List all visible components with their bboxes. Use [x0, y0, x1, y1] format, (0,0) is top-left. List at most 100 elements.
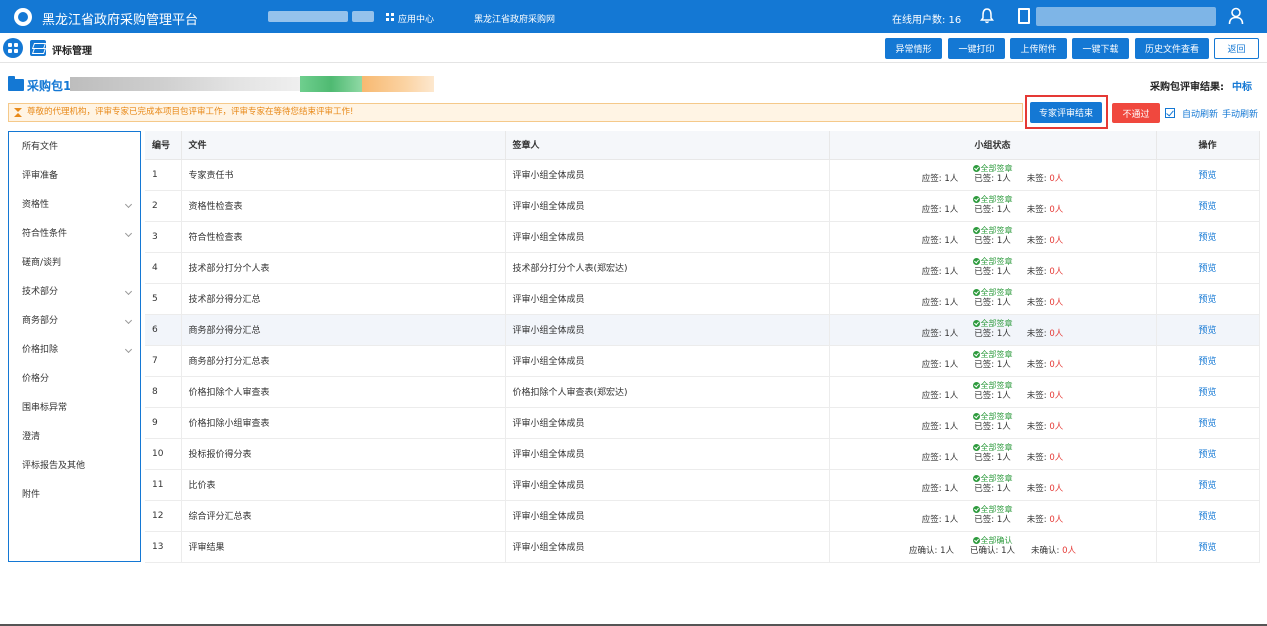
bell-icon[interactable]	[980, 8, 994, 24]
table-row[interactable]: 11 比价表 评审小组全体成员 全部签章 应签: 1人 已签: 1人 未签: 0人 预览	[145, 469, 1260, 501]
table-row[interactable]: 3 符合性检查表 评审小组全体成员 全部签章 应签: 1人 已签: 1人 未签: 0人 预览	[145, 221, 1260, 253]
table-row[interactable]: 1 专家责任书 评审小组全体成员 全部签章 应签: 1人 已签: 1人 未签: 0人 预览	[145, 159, 1260, 191]
count-done-label: 已签:	[974, 453, 995, 463]
app-center-link[interactable]: 应用中心	[398, 12, 434, 25]
auto-refresh-label[interactable]: 自动刷新	[1182, 107, 1218, 120]
sidebar-item[interactable]: 所有文件	[9, 133, 140, 162]
count-pending-value: 0人	[1062, 546, 1076, 556]
preview-link[interactable]: 预览	[1198, 326, 1216, 336]
row-action: 预览	[1156, 438, 1260, 470]
count-done-label: 已签:	[974, 236, 995, 246]
chevron-down-icon[interactable]	[124, 345, 133, 354]
reject-button[interactable]: 不通过	[1112, 103, 1160, 123]
check-circle-icon	[972, 320, 980, 327]
table-row[interactable]: 4 技术部分打分个人表 技术部分打分个人表(郑宏达) 全部签章 应签: 1人 已签: 1人…	[145, 252, 1260, 284]
count-pending-value: 0人	[1049, 453, 1064, 463]
table-row[interactable]: 7 商务部分打分汇总表 评审小组全体成员 全部签章 应签: 1人 已签: 1人 未签: 0人…	[145, 345, 1260, 377]
count-done-value: 1人	[996, 174, 1011, 184]
chevron-down-icon[interactable]	[124, 287, 133, 296]
preview-link[interactable]: 预览	[1198, 264, 1216, 274]
table-row[interactable]: 10 投标报价得分表 评审小组全体成员 全部签章 应签: 1人 已签: 1人 未签: 0人预…	[145, 438, 1260, 470]
print-all-button[interactable]: 一键打印	[948, 38, 1005, 59]
status-badge: 全部签章	[980, 195, 1013, 204]
preview-link[interactable]: 预览	[1198, 419, 1216, 429]
table-row[interactable]: 13 评审结果 评审小组全体成员 全部确认 应确认: 1人 已确认: 1人 未确认: 0人预…	[145, 531, 1260, 563]
row-file-name: 符合性检查表	[181, 221, 506, 253]
count-required-label: 应签:	[921, 360, 942, 370]
auto-refresh-checkbox[interactable]	[1165, 108, 1175, 118]
sidebar-item[interactable]: 评审准备	[9, 162, 140, 191]
count-pending: 未签: 0人	[1027, 236, 1064, 246]
row-action: 预览	[1156, 407, 1260, 439]
count-required: 应签: 1人	[922, 391, 959, 401]
finish-review-button[interactable]: 专家评审结束	[1030, 102, 1102, 123]
chevron-down-icon[interactable]	[124, 200, 133, 209]
sidebar-item[interactable]: 评标报告及其他	[9, 452, 140, 481]
count-required: 应签: 1人	[922, 267, 959, 277]
check-circle-icon	[972, 444, 980, 451]
preview-link[interactable]: 预览	[1198, 295, 1216, 305]
sidebar-item[interactable]: 围串标异常	[9, 394, 140, 423]
sidebar-item-label: 符合性条件	[22, 229, 68, 239]
preview-link[interactable]: 预览	[1198, 233, 1216, 243]
preview-link[interactable]: 预览	[1198, 481, 1216, 491]
layers-icon	[30, 40, 46, 56]
count-done: 已签: 1人	[974, 515, 1011, 525]
status-badge: 全部签章	[980, 412, 1013, 421]
sidebar-item[interactable]: 资格性	[9, 191, 140, 220]
count-pending-value: 0人	[1049, 422, 1064, 432]
count-done-label: 已签:	[974, 329, 995, 339]
back-button[interactable]: 返回	[1214, 38, 1259, 59]
table-row[interactable]: 6 商务部分得分汇总 评审小组全体成员 全部签章 应签: 1人 已签: 1人 未签: 0人预…	[145, 314, 1260, 346]
document-icon[interactable]	[1018, 8, 1030, 24]
row-action: 预览	[1156, 314, 1260, 346]
preview-link[interactable]: 预览	[1198, 388, 1216, 398]
table-row[interactable]: 2 资格性检查表 评审小组全体成员 全部签章 应签: 1人 已签: 1人 未签: 0人 预览	[145, 190, 1260, 222]
upload-attachment-button[interactable]: 上传附件	[1010, 38, 1067, 59]
sidebar-item[interactable]: 技术部分	[9, 278, 140, 307]
row-number: 2	[145, 190, 182, 222]
count-pending-value: 0人	[1049, 515, 1064, 525]
row-signer: 评审小组全体成员	[505, 283, 830, 315]
row-action: 预览	[1156, 221, 1260, 253]
preview-link[interactable]: 预览	[1198, 357, 1216, 367]
sidebar-item[interactable]: 商务部分	[9, 307, 140, 336]
count-required: 应签: 1人	[922, 205, 959, 215]
sidebar-item[interactable]: 价格分	[9, 365, 140, 394]
sidebar-item[interactable]: 价格扣除	[9, 336, 140, 365]
apps-grid-icon[interactable]	[3, 38, 23, 58]
table-row[interactable]: 8 价格扣除个人审查表 价格扣除个人审查表(郑宏达) 全部签章 应签: 1人 已签: 1人…	[145, 376, 1260, 408]
preview-link[interactable]: 预览	[1198, 450, 1216, 460]
count-done-label: 已签:	[974, 298, 995, 308]
chevron-down-icon[interactable]	[124, 229, 133, 238]
sidebar-item[interactable]: 澄清	[9, 423, 140, 452]
count-pending-value: 0人	[1049, 391, 1064, 401]
preview-link[interactable]: 预览	[1198, 171, 1216, 181]
row-signer: 评审小组全体成员	[505, 345, 830, 377]
app-title: 黑龙江省政府采购管理平台	[42, 13, 199, 28]
table-row[interactable]: 9 价格扣除小组审查表 评审小组全体成员 全部签章 应签: 1人 已签: 1人 未签: 0人…	[145, 407, 1260, 439]
sidebar-item[interactable]: 符合性条件	[9, 220, 140, 249]
preview-link[interactable]: 预览	[1198, 202, 1216, 212]
sidebar-item[interactable]: 附件	[9, 481, 140, 510]
app-center-icon[interactable]	[386, 13, 394, 21]
download-all-button[interactable]: 一键下载	[1072, 38, 1129, 59]
count-done-value: 1人	[996, 484, 1011, 494]
procurement-site-link[interactable]: 黑龙江省政府采购网	[474, 12, 555, 25]
status-badge: 全部签章	[980, 164, 1013, 173]
history-files-button[interactable]: 历史文件查看	[1135, 38, 1209, 59]
chevron-down-icon[interactable]	[124, 316, 133, 325]
manual-refresh-link[interactable]: 手动刷新	[1222, 107, 1258, 120]
count-required-value: 1人	[944, 298, 959, 308]
count-pending: 未签: 0人	[1027, 298, 1064, 308]
col-header-signer: 签章人	[505, 131, 830, 160]
preview-link[interactable]: 预览	[1198, 543, 1216, 553]
abnormal-situation-button[interactable]: 异常情形	[885, 38, 942, 59]
table-row[interactable]: 12 综合评分汇总表 评审小组全体成员 全部签章 应签: 1人 已签: 1人 未签: 0人预…	[145, 500, 1260, 532]
user-icon[interactable]	[1228, 7, 1244, 25]
count-pending-label: 未签:	[1026, 360, 1047, 370]
preview-link[interactable]: 预览	[1198, 512, 1216, 522]
row-file-name: 价格扣除小组审查表	[181, 407, 506, 439]
table-row[interactable]: 5 技术部分得分汇总 评审小组全体成员 全部签章 应签: 1人 已签: 1人 未签: 0人预…	[145, 283, 1260, 315]
sidebar-item[interactable]: 磋商/谈判	[9, 249, 140, 278]
